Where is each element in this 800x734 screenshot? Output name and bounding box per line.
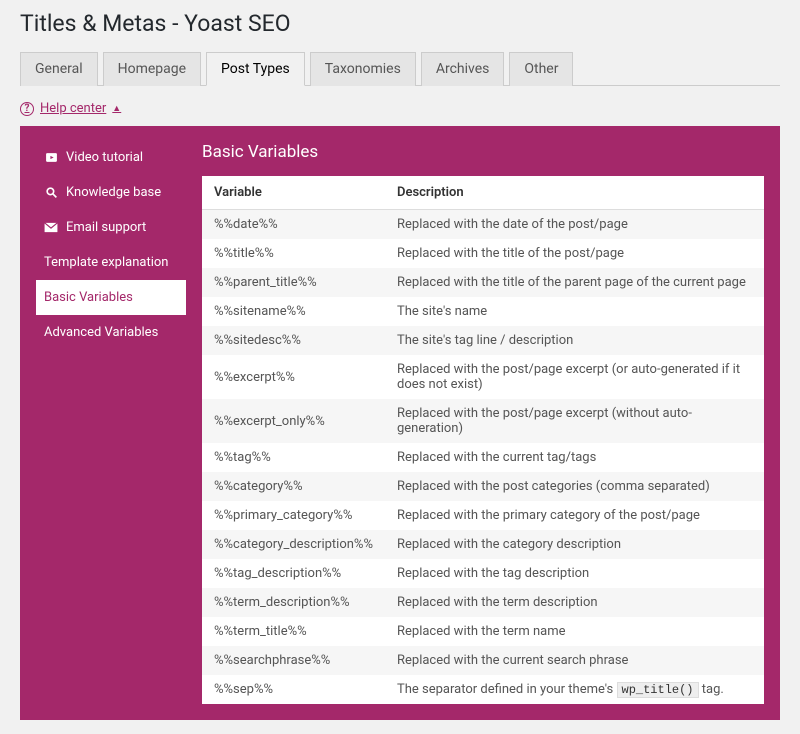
table-row: %%tag_description%%Replaced with the tag… xyxy=(202,559,764,588)
description-cell: Replaced with the current tag/tags xyxy=(385,443,764,472)
description-cell: The site's tag line / description xyxy=(385,326,764,355)
search-icon xyxy=(44,186,58,199)
sidebar-item-basic-variables[interactable]: Basic Variables xyxy=(36,280,186,315)
variable-cell: %%title%% xyxy=(202,239,385,268)
variable-cell: %%searchphrase%% xyxy=(202,646,385,675)
variable-cell: %%parent_title%% xyxy=(202,268,385,297)
table-row: %%sitedesc%%The site's tag line / descri… xyxy=(202,326,764,355)
table-header-description: Description xyxy=(385,176,764,210)
sidebar-item-label: Basic Variables xyxy=(44,290,133,305)
variable-cell: %%term_description%% xyxy=(202,588,385,617)
chevron-up-icon: ▲ xyxy=(112,103,121,114)
tab-taxonomies[interactable]: Taxonomies xyxy=(310,52,416,86)
variable-cell: %%excerpt%% xyxy=(202,355,385,399)
variable-cell: %%category%% xyxy=(202,472,385,501)
description-cell: The site's name xyxy=(385,297,764,326)
variable-cell: %%sitename%% xyxy=(202,297,385,326)
help-center-label: Help center xyxy=(40,101,106,116)
help-content: Basic Variables Variable Description %%d… xyxy=(202,140,764,704)
help-center-toggle[interactable]: ? Help center ▲ xyxy=(20,101,121,116)
table-row: %%sitename%%The site's name xyxy=(202,297,764,326)
description-cell: Replaced with the term name xyxy=(385,617,764,646)
mail-icon xyxy=(44,222,58,233)
help-sidebar: Video tutorial Knowledge base Email suppor… xyxy=(36,140,186,704)
table-row: %%category_description%%Replaced with th… xyxy=(202,530,764,559)
description-cell: Replaced with the post/page excerpt (or … xyxy=(385,355,764,399)
sidebar-item-knowledge-base[interactable]: Knowledge base xyxy=(36,175,186,210)
description-cell: Replaced with the category description xyxy=(385,530,764,559)
description-cell: Replaced with the tag description xyxy=(385,559,764,588)
table-row: %%title%%Replaced with the title of the … xyxy=(202,239,764,268)
question-icon: ? xyxy=(20,102,34,116)
variable-cell: %%term_title%% xyxy=(202,617,385,646)
description-cell: Replaced with the current search phrase xyxy=(385,646,764,675)
description-cell: Replaced with the date of the post/page xyxy=(385,210,764,240)
nav-tabs: GeneralHomepagePost TypesTaxonomiesArchi… xyxy=(20,51,780,86)
sidebar-item-advanced-variables[interactable]: Advanced Variables xyxy=(36,315,186,350)
description-cell: Replaced with the title of the post/page xyxy=(385,239,764,268)
variables-table: Variable Description %%date%%Replaced wi… xyxy=(202,176,764,704)
sidebar-item-label: Template explanation xyxy=(44,255,168,270)
variable-cell: %%tag%% xyxy=(202,443,385,472)
tab-archives[interactable]: Archives xyxy=(421,52,505,86)
page-title: Titles & Metas - Yoast SEO xyxy=(20,10,780,37)
play-icon xyxy=(44,151,58,164)
table-header-variable: Variable xyxy=(202,176,385,210)
code-snippet: wp_title() xyxy=(617,682,699,698)
sidebar-item-label: Advanced Variables xyxy=(44,325,158,340)
table-row: %%searchphrase%%Replaced with the curren… xyxy=(202,646,764,675)
table-row: %%category%%Replaced with the post categ… xyxy=(202,472,764,501)
variable-cell: %%category_description%% xyxy=(202,530,385,559)
sidebar-item-video-tutorial[interactable]: Video tutorial xyxy=(36,140,186,175)
tab-homepage[interactable]: Homepage xyxy=(103,52,201,86)
description-cell: Replaced with the title of the parent pa… xyxy=(385,268,764,297)
sidebar-item-label: Video tutorial xyxy=(66,150,143,165)
variable-cell: %%sitedesc%% xyxy=(202,326,385,355)
variable-cell: %%primary_category%% xyxy=(202,501,385,530)
content-title: Basic Variables xyxy=(202,142,764,162)
table-row: %%term_description%%Replaced with the te… xyxy=(202,588,764,617)
tab-post-types[interactable]: Post Types xyxy=(206,52,305,86)
variable-cell: %%excerpt_only%% xyxy=(202,399,385,443)
help-panel: Video tutorial Knowledge base Email suppor… xyxy=(20,126,780,720)
tab-other[interactable]: Other xyxy=(509,52,573,86)
description-cell: Replaced with the primary category of th… xyxy=(385,501,764,530)
variable-cell: %%date%% xyxy=(202,210,385,240)
table-row: %%excerpt%%Replaced with the post/page e… xyxy=(202,355,764,399)
description-cell: Replaced with the term description xyxy=(385,588,764,617)
sidebar-item-label: Email support xyxy=(66,220,146,235)
variable-cell: %%tag_description%% xyxy=(202,559,385,588)
table-row: %%tag%%Replaced with the current tag/tag… xyxy=(202,443,764,472)
table-row: %%term_title%%Replaced with the term nam… xyxy=(202,617,764,646)
table-row: %%excerpt_only%%Replaced with the post/p… xyxy=(202,399,764,443)
tab-general[interactable]: General xyxy=(20,52,98,86)
sidebar-item-label: Knowledge base xyxy=(66,185,161,200)
table-row: %%parent_title%%Replaced with the title … xyxy=(202,268,764,297)
sidebar-item-template-explanation[interactable]: Template explanation xyxy=(36,245,186,280)
table-row: %%date%%Replaced with the date of the po… xyxy=(202,210,764,240)
sidebar-item-email-support[interactable]: Email support xyxy=(36,210,186,245)
description-cell: Replaced with the post categories (comma… xyxy=(385,472,764,501)
table-row: %%primary_category%%Replaced with the pr… xyxy=(202,501,764,530)
description-cell: Replaced with the post/page excerpt (wit… xyxy=(385,399,764,443)
